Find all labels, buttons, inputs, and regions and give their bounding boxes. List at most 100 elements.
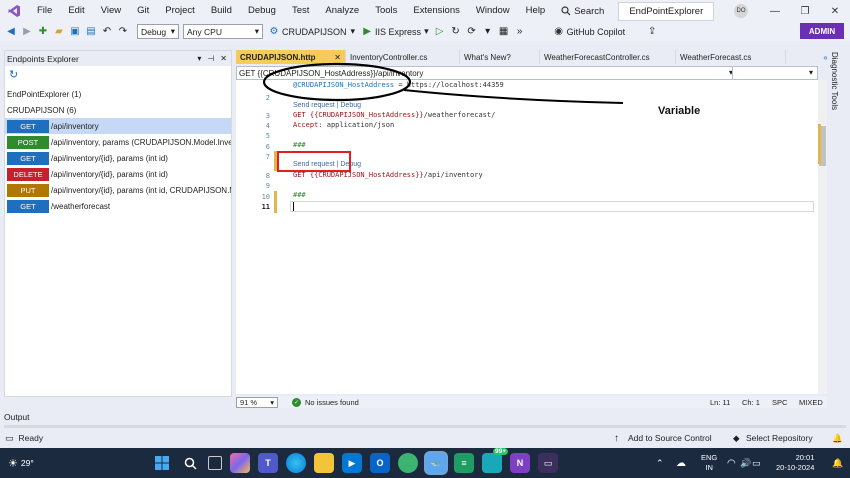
- menu-file[interactable]: File: [29, 0, 60, 22]
- copilot-app-icon[interactable]: [230, 453, 250, 473]
- notification-center-icon[interactable]: 🔔: [832, 458, 843, 469]
- chrome-icon[interactable]: [398, 453, 418, 473]
- issues-status[interactable]: No issues found: [305, 398, 359, 407]
- menu-test[interactable]: Test: [284, 0, 317, 22]
- whitespace-indicator[interactable]: SPC: [772, 398, 787, 407]
- start-icon[interactable]: [152, 453, 172, 473]
- menu-help[interactable]: Help: [518, 0, 554, 22]
- battery-icon[interactable]: ▭: [752, 458, 761, 469]
- menu-project[interactable]: Project: [157, 0, 203, 22]
- chevron-down-icon[interactable]: ▾: [424, 26, 429, 37]
- line-indicator[interactable]: Ln: 11: [710, 398, 730, 407]
- tab-weatherforecast-controller[interactable]: WeatherForecastController.cs: [540, 50, 676, 64]
- diagnostic-tools-tab[interactable]: Diagnostic Tools: [830, 52, 839, 110]
- hot-reload-icon[interactable]: ↻: [449, 25, 463, 39]
- start-without-debugging-icon[interactable]: ▷: [433, 25, 447, 39]
- pin-icon[interactable]: ⊣: [207, 54, 214, 63]
- menu-analyze[interactable]: Analyze: [317, 0, 367, 22]
- close-icon[interactable]: ✕: [820, 0, 850, 22]
- menu-edit[interactable]: Edit: [60, 0, 92, 22]
- search-box[interactable]: Search: [561, 6, 604, 17]
- output-panel-tab[interactable]: Output: [0, 412, 850, 424]
- terminal-icon[interactable]: ▭: [538, 453, 558, 473]
- open-folder-icon[interactable]: ▰: [52, 25, 66, 39]
- vertical-scrollbar[interactable]: [818, 80, 827, 394]
- toolbar-overflow-icon[interactable]: »: [513, 25, 527, 39]
- menu-view[interactable]: View: [93, 0, 129, 22]
- zoom-select[interactable]: 91 % ▾: [236, 396, 278, 408]
- tree-root[interactable]: EndPointExplorer (1): [5, 86, 231, 102]
- forward-icon[interactable]: ▶: [20, 25, 34, 39]
- menu-window[interactable]: Window: [468, 0, 518, 22]
- tree-project[interactable]: CRUDAPIJSON (6): [5, 102, 231, 118]
- restore-icon[interactable]: ❐: [790, 0, 820, 22]
- new-item-icon[interactable]: ✚: [36, 25, 50, 39]
- store-icon[interactable]: ▶: [342, 453, 362, 473]
- notifications-icon[interactable]: 🔔: [832, 433, 843, 444]
- outlook-icon[interactable]: O: [370, 453, 390, 473]
- toolbar-more-icon[interactable]: ▾: [481, 25, 495, 39]
- tab-crudapijson-http[interactable]: CRUDAPIJSON.http ✕: [236, 50, 346, 64]
- save-all-icon[interactable]: ▤: [84, 25, 98, 39]
- avatar[interactable]: DO: [734, 4, 748, 18]
- run-target[interactable]: IIS Express: [375, 27, 421, 37]
- menu-debug[interactable]: Debug: [240, 0, 284, 22]
- code-editor[interactable]: @CRUDAPIJSON_HostAddress = https://local…: [236, 80, 818, 394]
- refresh-icon[interactable]: ⟳: [465, 25, 479, 39]
- panel-dropdown-icon[interactable]: ▾: [197, 54, 201, 63]
- docker-icon[interactable]: 🐳: [426, 453, 446, 473]
- menu-extensions[interactable]: Extensions: [405, 0, 467, 22]
- minimize-icon[interactable]: —: [760, 0, 790, 22]
- add-to-source-control[interactable]: Add to Source Control: [628, 433, 712, 443]
- close-icon[interactable]: ✕: [334, 53, 341, 62]
- select-repository[interactable]: Select Repository: [746, 433, 813, 443]
- refresh-icon[interactable]: ↻: [9, 68, 18, 81]
- endpoint-row[interactable]: POST /api/inventory, params (CRUDAPIJSON…: [5, 134, 231, 150]
- endpoint-row[interactable]: DELETE /api/inventory/{id}, params (int …: [5, 166, 231, 182]
- clock[interactable]: 20:01 20-10-2024: [776, 453, 814, 473]
- back-icon[interactable]: ◀: [4, 25, 18, 39]
- close-icon[interactable]: ✕: [220, 54, 227, 63]
- run-icon[interactable]: ▶: [360, 25, 374, 39]
- platform-select[interactable]: Any CPU ▾: [183, 24, 263, 39]
- language-indicator[interactable]: ENG IN: [701, 453, 717, 473]
- endpoint-row[interactable]: PUT /api/inventory/{id}, params (int id,…: [5, 182, 231, 198]
- send-request-link[interactable]: Send request: [293, 161, 335, 168]
- visual-studio-icon[interactable]: N: [510, 453, 530, 473]
- undo-icon[interactable]: ↶: [100, 25, 114, 39]
- whatsapp-icon[interactable]: 99+: [482, 448, 508, 473]
- debug-link[interactable]: Debug: [340, 102, 361, 109]
- menu-build[interactable]: Build: [203, 0, 240, 22]
- weather-icon[interactable]: ☀: [8, 457, 18, 470]
- notes-app-icon[interactable]: ≡: [454, 453, 474, 473]
- menu-git[interactable]: Git: [129, 0, 157, 22]
- tab-whats-new[interactable]: What's New?: [460, 50, 540, 64]
- redo-icon[interactable]: ↷: [116, 25, 130, 39]
- cloud-icon[interactable]: ☁: [676, 458, 686, 469]
- weather-temperature[interactable]: 29°: [21, 458, 34, 468]
- endpoint-row[interactable]: GET /weatherforecast: [5, 198, 231, 214]
- endpoint-row[interactable]: GET /api/inventory/{id}, params (int id): [5, 150, 231, 166]
- file-explorer-icon[interactable]: [314, 453, 334, 473]
- tray-chevron-icon[interactable]: ⌃: [656, 458, 664, 469]
- chevron-down-icon[interactable]: ▾: [809, 68, 813, 77]
- volume-icon[interactable]: 🔊: [740, 458, 751, 469]
- share-icon[interactable]: ⇪: [645, 25, 659, 39]
- copilot-button[interactable]: GitHub Copilot: [567, 27, 626, 37]
- breakpoint-icon[interactable]: ▦: [497, 25, 511, 39]
- search-icon[interactable]: [180, 453, 200, 473]
- wifi-icon[interactable]: ◠: [727, 458, 736, 469]
- column-indicator[interactable]: Ch: 1: [742, 398, 760, 407]
- teams-icon[interactable]: T: [258, 453, 278, 473]
- send-request-link[interactable]: Send request: [293, 102, 335, 109]
- menu-tools[interactable]: Tools: [367, 0, 405, 22]
- startup-project[interactable]: CRUDAPIJSON: [282, 27, 347, 37]
- admin-badge[interactable]: ADMIN: [800, 23, 844, 39]
- tab-weatherforecast[interactable]: WeatherForecast.cs: [676, 50, 786, 64]
- endpoint-row[interactable]: GET /api/inventory: [5, 118, 231, 134]
- task-view-icon[interactable]: [208, 456, 222, 470]
- line-ending-indicator[interactable]: MIXED: [799, 398, 823, 407]
- configuration-select[interactable]: Debug ▾: [137, 24, 179, 39]
- save-icon[interactable]: ▣: [68, 25, 82, 39]
- tab-inventory-controller[interactable]: InventoryController.cs: [346, 50, 460, 64]
